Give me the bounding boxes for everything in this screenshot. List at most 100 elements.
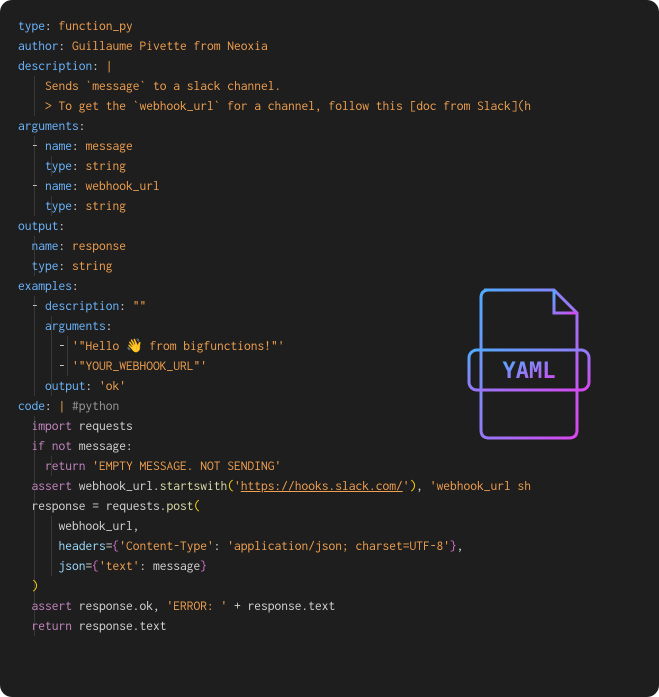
token: webhook_url. (72, 478, 160, 493)
code-line: arguments: (18, 116, 659, 136)
token: post (167, 498, 194, 513)
token: : (45, 18, 59, 33)
token: 'ERROR: ' (167, 598, 228, 613)
token: - (59, 358, 73, 373)
token: : (72, 158, 86, 173)
code-line: - name: message (18, 136, 659, 156)
token: https://hooks.slack.com/ (241, 478, 403, 493)
token: import (32, 418, 73, 433)
token: name (45, 178, 72, 193)
token: startswith (160, 478, 228, 493)
token: return (32, 618, 73, 633)
token: "" (133, 298, 147, 313)
token: '"Hello 👋 from bigfunctions!"' (72, 338, 285, 353)
token: > To get the `webhook_url` for a channel… (45, 98, 531, 113)
token: examples (18, 278, 72, 293)
token: assert (32, 598, 73, 613)
token: : (59, 238, 73, 253)
token: , (416, 478, 430, 493)
token: : (59, 218, 66, 233)
code-line: ) (18, 576, 659, 596)
token: Sends `message` to a slack channel. (45, 78, 281, 93)
token: Guillaume Pivette from Neoxia (72, 38, 268, 53)
token: response = requests. (32, 498, 167, 513)
token: : (92, 58, 106, 73)
token: : (59, 38, 73, 53)
token: ' (234, 478, 241, 493)
token: : message (140, 558, 201, 573)
token: function_py (59, 18, 133, 33)
code-line: type: string (18, 196, 659, 216)
token: ( (194, 498, 201, 513)
code-line: author: Guillaume Pivette from Neoxia (18, 36, 659, 56)
token: #python (72, 398, 119, 413)
token: message: (72, 438, 133, 453)
token: string (86, 158, 127, 173)
token: assert (32, 478, 73, 493)
code-line: description: | (18, 56, 659, 76)
token: : (106, 318, 113, 333)
token: requests (72, 418, 133, 433)
token: ' (403, 478, 410, 493)
token: string (86, 198, 127, 213)
token: + response.text (227, 598, 335, 613)
token: : (86, 378, 100, 393)
code-line: name: response (18, 236, 659, 256)
code-line: return response.text (18, 616, 659, 636)
token: type (45, 198, 72, 213)
token: : (72, 278, 79, 293)
code-line: assert webhook_url.startswith('https://h… (18, 476, 659, 496)
token: { (92, 558, 99, 573)
token: author (18, 38, 59, 53)
token: type (32, 258, 59, 273)
code-line: webhook_url, (18, 516, 659, 536)
token: 'application/json; charset=UTF-8' (227, 538, 450, 553)
token: 'text' (99, 558, 140, 573)
code-line: type: string (18, 156, 659, 176)
code-line: headers={'Content-Type': 'application/js… (18, 536, 659, 556)
token: : (45, 398, 59, 413)
token (45, 438, 52, 453)
code-line: type: function_py (18, 16, 659, 36)
token: 'ok' (99, 378, 126, 393)
code-line: Sends `message` to a slack channel. (18, 76, 659, 96)
code-line: response = requests.post( (18, 496, 659, 516)
token: : (119, 298, 133, 313)
token: 'EMPTY MESSAGE. NOT SENDING' (92, 458, 281, 473)
code-block: type: function_pyauthor: Guillaume Pivet… (0, 0, 659, 697)
code-line: output: (18, 216, 659, 236)
token: } (450, 538, 457, 553)
token: | (106, 58, 113, 73)
token: = (106, 538, 113, 553)
token: response (72, 238, 126, 253)
token: description (45, 298, 119, 313)
code-line: - name: webhook_url (18, 176, 659, 196)
token: : (59, 258, 73, 273)
token: 'Content-Type' (119, 538, 214, 553)
code-line: > To get the `webhook_url` for a channel… (18, 96, 659, 116)
yaml-icon-label: YAML (503, 359, 556, 384)
token: ( (227, 478, 234, 493)
token: 'webhook_url sh (430, 478, 531, 493)
code-line: assert response.ok, 'ERROR: ' + response… (18, 596, 659, 616)
token: arguments (18, 118, 79, 133)
token: webhook_url (86, 178, 160, 193)
token: } (200, 558, 207, 573)
token: string (72, 258, 113, 273)
token: : (79, 118, 86, 133)
token: json (59, 558, 86, 573)
token: webhook_url, (59, 518, 140, 533)
token: | (59, 398, 73, 413)
token: message (86, 138, 133, 153)
token: type (18, 18, 45, 33)
code-line: type: string (18, 256, 659, 276)
token: description (18, 58, 92, 73)
token: response.ok, (72, 598, 167, 613)
token: : (72, 178, 86, 193)
token: name (45, 138, 72, 153)
token: : (214, 538, 228, 553)
token: '"YOUR_WEBHOOK_URL"' (72, 358, 207, 373)
token: : (72, 138, 86, 153)
token: code (18, 398, 45, 413)
token: , (457, 538, 464, 553)
